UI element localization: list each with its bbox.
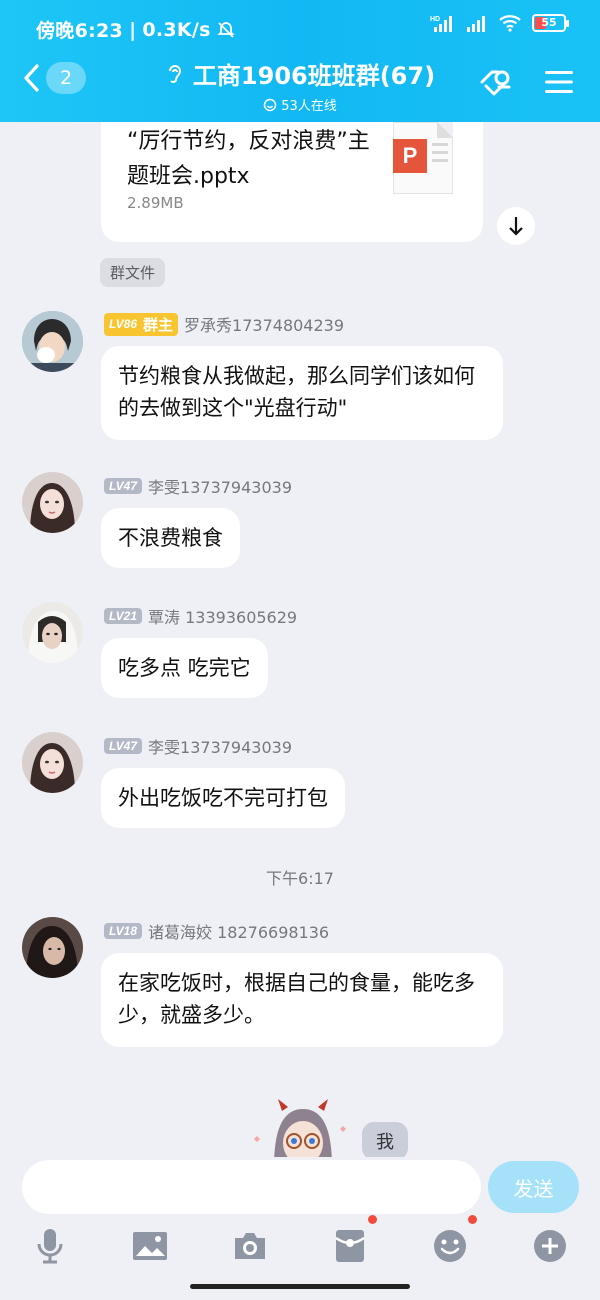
avatar[interactable] (22, 311, 83, 372)
mute-bell-icon (217, 21, 235, 38)
home-indicator (190, 1284, 410, 1289)
message-meta: LV47 李雯13737943039 (104, 474, 292, 498)
pptx-file-icon: P (393, 122, 453, 194)
message-meta: LV47 李雯13737943039 (104, 734, 292, 758)
status-bar: 傍晚6:23 | 0.3K/s HD 55 (0, 0, 600, 52)
download-button[interactable] (497, 207, 535, 245)
sender-name[interactable]: 李雯13737943039 (148, 734, 292, 758)
group-file-tag[interactable]: 群文件 (100, 258, 166, 287)
sender-name[interactable]: 罗承秀17374804239 (184, 312, 344, 336)
message-bubble[interactable]: 不浪费粮食 (101, 508, 240, 568)
avatar[interactable] (22, 472, 83, 533)
message-input[interactable] (22, 1160, 481, 1214)
file-message[interactable]: “厉行节约，反对浪费”主题班会.pptx 2.89MB P (101, 122, 483, 242)
status-time: 傍晚6:23 (36, 20, 124, 42)
link-icon[interactable] (476, 64, 514, 100)
sender-name[interactable]: 诸葛海姣 18276698136 (148, 919, 329, 943)
message-meta: LV18 诸葛海姣 18276698136 (104, 919, 329, 943)
avatar[interactable] (22, 602, 83, 663)
header-actions (476, 64, 574, 100)
self-message-bubble[interactable]: 我 (362, 1122, 408, 1157)
emoji-icon (434, 1230, 466, 1262)
status-left: 傍晚6:23 | 0.3K/s (36, 16, 235, 43)
camera-icon (235, 1233, 265, 1259)
character-sticker-icon (254, 1099, 346, 1157)
timestamp: 下午6:17 (266, 869, 334, 888)
wifi-icon (499, 15, 521, 32)
message-bubble[interactable]: 在家吃饭时，根据自己的食量，能吃多少，就盛多少。 (101, 953, 503, 1047)
arrow-down-icon (509, 217, 523, 236)
message-meta: LV21 覃涛 13393605629 (104, 604, 297, 628)
network-speed: 0.3K/s (142, 18, 211, 41)
new-indicator-dot (368, 1215, 377, 1224)
menu-icon[interactable] (544, 69, 574, 95)
plus-circle-icon (534, 1230, 566, 1262)
input-toolbar (0, 1215, 600, 1275)
sender-name[interactable]: 李雯13737943039 (148, 474, 292, 498)
level-badge: LV47 (104, 478, 143, 494)
microphone-icon (37, 1229, 63, 1264)
chat-area: “厉行节约，反对浪费”主题班会.pptx 2.89MB P 群文件 LV86 群主… (0, 122, 600, 1157)
message-meta: LV86 群主 罗承秀17374804239 (104, 312, 344, 336)
smile-icon (263, 98, 277, 111)
message-bubble[interactable]: 吃多点 吃完它 (101, 638, 268, 698)
hd-signal-icon: HD (430, 16, 452, 32)
send-button[interactable]: 发送 (488, 1161, 579, 1213)
message-bubble[interactable]: 外出吃饭吃不完可打包 (101, 768, 345, 828)
message-bubble[interactable]: 节约粮食从我做起，那么同学们该如何的去做到这个"光盘行动" (101, 346, 503, 440)
input-bar: 发送 (0, 1157, 600, 1300)
ear-icon (168, 64, 181, 83)
level-badge: LV86 群主 (104, 312, 179, 336)
emoji-button[interactable] (430, 1226, 470, 1266)
sender-name[interactable]: 覃涛 13393605629 (148, 604, 297, 628)
group-name: 工商1906班班群(67) (192, 62, 436, 90)
image-button[interactable] (130, 1226, 170, 1266)
level-badge: LV18 (104, 923, 143, 939)
file-name: “厉行节约，反对浪费”主题班会.pptx (127, 129, 370, 189)
svg-text:HD: HD (430, 16, 440, 23)
level-badge: LV21 (104, 608, 143, 624)
red-packet-button[interactable] (330, 1226, 370, 1266)
avatar[interactable] (22, 732, 83, 793)
red-packet-icon (335, 1230, 365, 1262)
level-badge: LV47 (104, 738, 143, 754)
owner-badge: 群主 (143, 316, 174, 334)
online-count: 53人在线 (263, 95, 337, 114)
signal-icon (467, 16, 485, 32)
file-size: 2.89MB (127, 194, 184, 212)
status-right: HD 55 (430, 14, 569, 32)
more-button[interactable] (530, 1226, 570, 1266)
chat-title[interactable]: 工商1906班班群(67) (165, 56, 435, 91)
battery-icon: 55 (532, 14, 569, 32)
avatar[interactable] (22, 917, 83, 978)
picture-icon (133, 1232, 167, 1260)
voice-button[interactable] (30, 1226, 70, 1266)
camera-button[interactable] (230, 1226, 270, 1266)
chat-header: 傍晚6:23 | 0.3K/s HD 55 2 工商1906班班群(67) 53… (0, 0, 600, 122)
new-indicator-dot (468, 1215, 477, 1224)
